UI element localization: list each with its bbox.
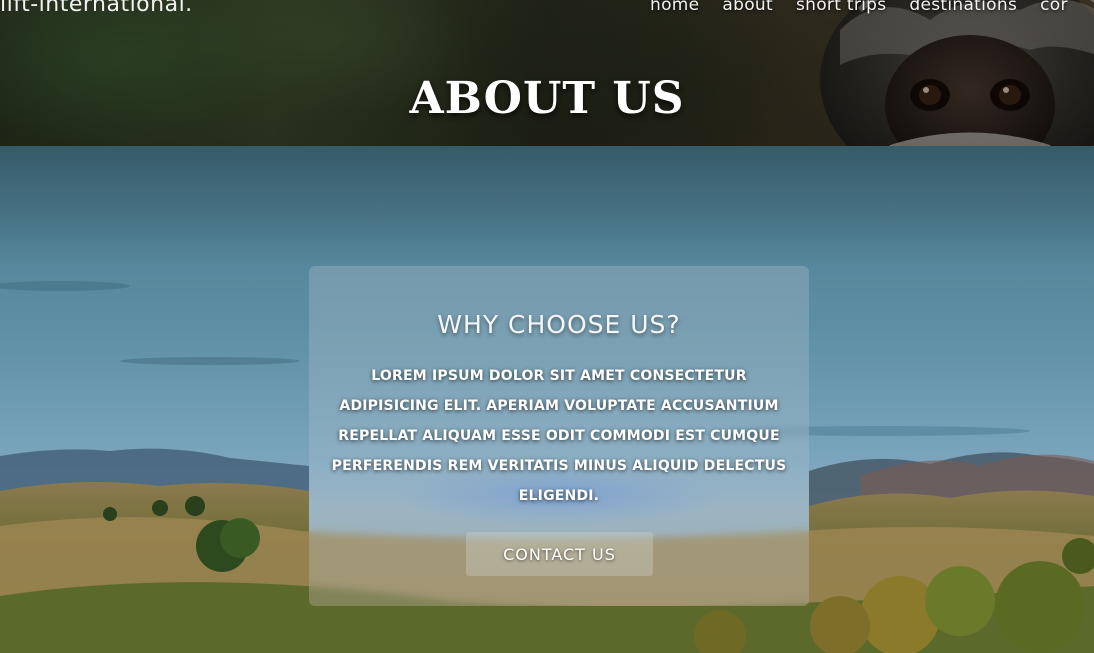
nav-home-link[interactable]: home <box>650 0 699 15</box>
nav-contact-link[interactable]: cor <box>1040 0 1068 15</box>
main-nav: home about short trips destinations cor <box>650 0 1068 15</box>
brand-logo[interactable]: lift-international. <box>0 0 193 17</box>
card-title: WHY CHOOSE US? <box>437 310 681 339</box>
contact-us-button[interactable]: CONTACT US <box>466 532 653 576</box>
page-title: ABOUT US <box>409 73 685 124</box>
hero-banner: lift-international. home about short tri… <box>0 0 1094 146</box>
nav-short-trips-link[interactable]: short trips <box>796 0 886 15</box>
nav-destinations-link[interactable]: destinations <box>909 0 1017 15</box>
why-choose-us-card: WHY CHOOSE US? Lorem ipsum dolor sit ame… <box>309 266 809 606</box>
nav-about-link[interactable]: about <box>722 0 773 15</box>
card-description: Lorem ipsum dolor sit amet consectetur a… <box>331 368 787 504</box>
